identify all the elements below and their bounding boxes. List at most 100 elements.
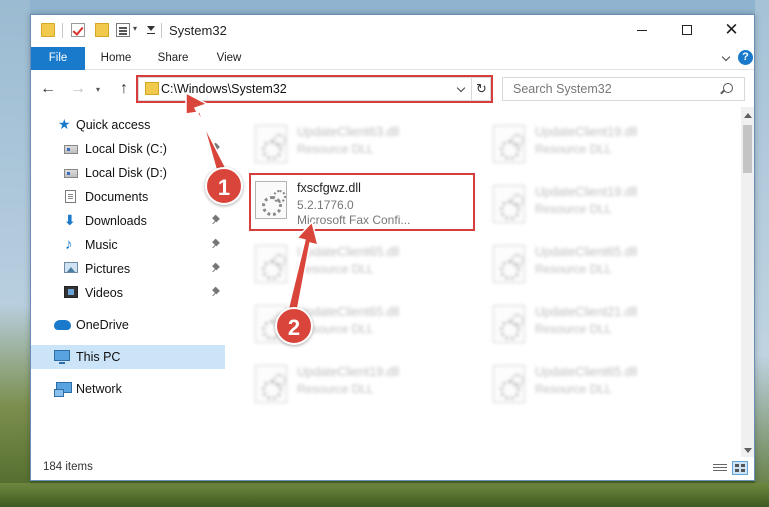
file-item[interactable]: UpdateClient19.dll Resource DLL — [487, 119, 707, 169]
sidebar-item-documents[interactable]: Documents — [31, 185, 225, 209]
pin-icon[interactable] — [212, 216, 220, 225]
file-description: Resource DLL — [297, 382, 374, 396]
arrow-up-icon: ↑ — [120, 80, 128, 97]
tab-home[interactable]: Home — [93, 47, 139, 70]
sidebar-item-quick-access[interactable]: ★ Quick access — [31, 113, 225, 137]
window-title: System32 — [169, 23, 227, 38]
minimize-button[interactable] — [619, 15, 664, 45]
properties-icon[interactable] — [116, 23, 130, 37]
sidebar-item-local-disk-c[interactable]: Local Disk (C:) — [31, 137, 225, 161]
properties-check-icon[interactable] — [71, 23, 85, 37]
dll-file-icon — [493, 125, 525, 163]
tab-file[interactable]: File — [31, 47, 85, 70]
search-placeholder: Search System32 — [513, 82, 612, 96]
file-explorer-window: ▾ System32 ✕ File Home Share View ? ← → … — [30, 14, 755, 481]
dll-file-icon — [493, 185, 525, 223]
file-description: Resource DLL — [535, 262, 612, 276]
file-name: UpdateClient19.dll — [297, 365, 400, 379]
network-icon — [54, 382, 72, 397]
expand-ribbon-chevron-icon[interactable] — [720, 52, 732, 64]
drive-icon — [64, 169, 78, 178]
navigation-bar: ← → ▾ ↑ C:\Windows\System32 ↻ Search Sys… — [31, 71, 754, 107]
file-description: Resource DLL — [535, 382, 612, 396]
sidebar-item-label: Network — [76, 382, 122, 396]
file-description: Resource DLL — [535, 202, 612, 216]
help-icon[interactable]: ? — [738, 50, 753, 65]
file-list: UpdateClient63.dll Resource DLL UpdateCl… — [225, 107, 741, 450]
scroll-up-arrow-icon[interactable] — [741, 109, 754, 123]
toolbar-divider — [62, 23, 63, 38]
sidebar-item-label: Videos — [85, 286, 123, 300]
sidebar-item-network[interactable]: Network — [31, 377, 225, 401]
pin-icon[interactable] — [212, 264, 220, 273]
file-name: UpdateClient21.dll — [535, 305, 638, 319]
pin-icon[interactable] — [212, 144, 220, 153]
sidebar-item-label: Pictures — [85, 262, 131, 276]
desktop-background-left — [0, 0, 30, 507]
ribbon-tabs: File Home Share View ? — [31, 47, 754, 70]
pin-icon[interactable] — [212, 288, 220, 297]
sidebar-item-label: Local Disk (D:) — [85, 166, 167, 180]
navigation-pane: ★ Quick access Local Disk (C:) Local Dis… — [31, 107, 225, 450]
close-button[interactable]: ✕ — [709, 15, 754, 45]
sidebar-item-onedrive[interactable]: OneDrive — [31, 313, 225, 337]
file-description: Resource DLL — [297, 142, 374, 156]
large-icons-view-icon[interactable] — [732, 461, 748, 475]
tab-share[interactable]: Share — [151, 47, 195, 70]
dll-file-icon — [493, 305, 525, 343]
sidebar-item-this-pc[interactable]: This PC — [31, 345, 225, 369]
details-view-icon[interactable] — [713, 463, 727, 474]
file-description: Resource DLL — [535, 142, 612, 156]
sidebar-item-music[interactable]: ♪ Music — [31, 233, 225, 257]
sidebar-item-pictures[interactable]: Pictures — [31, 257, 225, 281]
step-1-badge: 1 — [205, 167, 243, 205]
chevron-down-icon: ▾ — [95, 85, 100, 94]
file-item[interactable]: UpdateClient19.dll Resource DLL — [249, 359, 469, 409]
search-icon[interactable] — [723, 83, 733, 93]
dll-file-icon — [255, 125, 287, 163]
sidebar-item-label: Local Disk (C:) — [85, 142, 167, 156]
up-button[interactable]: ↑ — [115, 80, 133, 98]
sidebar-item-videos[interactable]: Videos — [31, 281, 225, 305]
sidebar-item-label: Documents — [85, 190, 149, 204]
search-input[interactable]: Search System32 — [502, 77, 745, 101]
forward-button[interactable]: → — [69, 80, 87, 98]
pictures-icon — [64, 262, 78, 273]
documents-icon — [65, 190, 76, 203]
scrollbar-thumb[interactable] — [743, 125, 752, 173]
file-item[interactable]: UpdateClient63.dll Resource DLL — [249, 119, 469, 169]
pin-icon[interactable] — [212, 240, 220, 249]
dll-file-icon — [255, 365, 287, 403]
dll-file-icon — [493, 365, 525, 403]
file-item[interactable]: UpdateClient19.dll Resource DLL — [487, 179, 707, 229]
file-item[interactable]: UpdateClient21.dll Resource DLL — [487, 299, 707, 349]
desktop-background-bottom — [0, 483, 769, 507]
star-icon: ★ — [58, 116, 71, 132]
file-name: UpdateClient65.dll — [297, 245, 400, 259]
desktop-background-right — [755, 0, 769, 507]
maximize-button[interactable] — [664, 15, 709, 45]
address-highlight-box — [136, 75, 493, 103]
tab-view[interactable]: View — [209, 47, 249, 70]
new-folder-icon[interactable] — [95, 23, 109, 37]
quick-access-arrow-icon[interactable] — [147, 26, 155, 34]
recent-locations-button[interactable]: ▾ — [89, 81, 107, 99]
file-item[interactable]: UpdateClient65.dll Resource DLL — [249, 239, 469, 289]
file-name: UpdateClient65.dll — [535, 245, 638, 259]
arrow-right-icon: → — [70, 80, 86, 97]
file-item[interactable]: UpdateClient65.dll Resource DLL — [487, 239, 707, 289]
dll-file-icon — [493, 245, 525, 283]
sidebar-item-downloads[interactable]: ⬇ Downloads — [31, 209, 225, 233]
scroll-down-arrow-icon[interactable] — [741, 443, 754, 457]
cloud-icon — [54, 320, 71, 330]
file-name: UpdateClient65.dll — [297, 305, 400, 319]
file-name: UpdateClient19.dll — [535, 185, 638, 199]
sidebar-item-local-disk-d[interactable]: Local Disk (D:) — [31, 161, 225, 185]
file-highlight-box — [249, 173, 475, 231]
customize-quick-access-dropdown[interactable]: ▾ — [133, 24, 137, 33]
file-name: UpdateClient19.dll — [535, 125, 638, 139]
folder-icon — [41, 23, 55, 37]
vertical-scrollbar[interactable] — [741, 107, 754, 457]
back-button[interactable]: ← — [39, 80, 57, 98]
file-item[interactable]: UpdateClient65.dll Resource DLL — [487, 359, 707, 409]
